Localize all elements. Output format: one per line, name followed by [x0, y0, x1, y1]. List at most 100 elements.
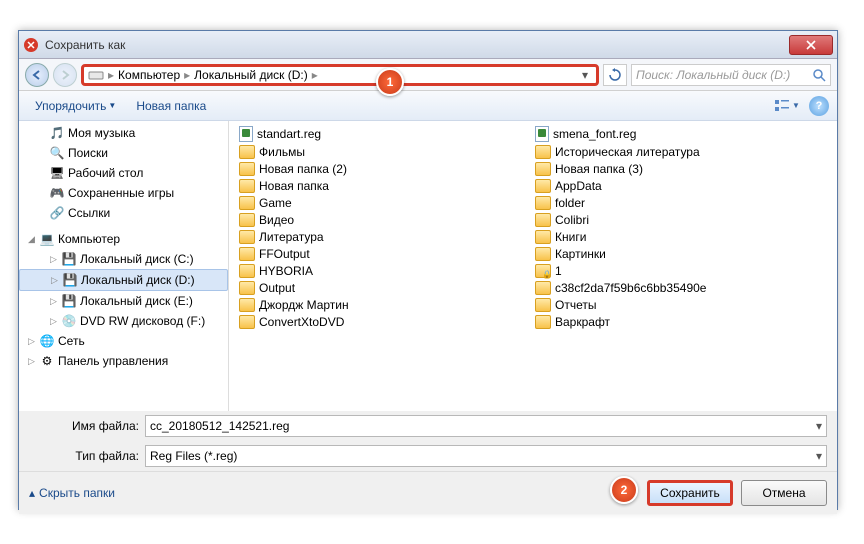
refresh-button[interactable]	[603, 64, 627, 86]
expand-icon[interactable]: ▷	[27, 337, 36, 346]
file-item[interactable]: HYBORIA	[237, 263, 533, 279]
chevron-down-icon[interactable]: ▾	[578, 68, 592, 82]
file-item[interactable]: Новая папка	[237, 178, 533, 194]
file-item[interactable]: AppData	[533, 178, 829, 194]
folder-icon	[535, 162, 551, 176]
file-name: Фильмы	[259, 145, 305, 159]
file-item[interactable]: Картинки	[533, 246, 829, 262]
computer-icon: 💻	[39, 231, 55, 247]
file-item[interactable]: Видео	[237, 212, 533, 228]
file-name: Colibri	[555, 213, 589, 227]
file-name: Книги	[555, 230, 586, 244]
nav-row: ▸ Компьютер ▸ Локальный диск (D:) ▸ ▾ По…	[19, 59, 837, 91]
expand-icon[interactable]: ▷	[27, 357, 36, 366]
folder-icon	[535, 179, 551, 193]
file-item[interactable]: Colibri	[533, 212, 829, 228]
bottom-bar: ▴Скрыть папки Сохранить Отмена	[19, 471, 837, 514]
tree-item[interactable]: 🎵Моя музыка	[19, 123, 228, 143]
tree-item[interactable]: ▷💾Локальный диск (E:)	[19, 291, 228, 311]
file-item[interactable]: Книги	[533, 229, 829, 245]
filename-input[interactable]: cc_20180512_142521.reg▾	[145, 415, 827, 437]
tree-item-computer[interactable]: ◢💻Компьютер	[19, 229, 228, 249]
file-item[interactable]: Отчеты	[533, 297, 829, 313]
chevron-right-icon: ▸	[310, 68, 320, 82]
file-name: Отчеты	[555, 298, 596, 312]
file-name: FFOutput	[259, 247, 310, 261]
file-name: Видео	[259, 213, 294, 227]
breadcrumb[interactable]: ▸ Компьютер ▸ Локальный диск (D:) ▸ ▾	[81, 64, 599, 86]
tree-item[interactable]: ▷💿DVD RW дисковод (F:)	[19, 311, 228, 331]
chevron-down-icon[interactable]: ▾	[816, 419, 822, 433]
file-name: Джордж Мартин	[259, 298, 349, 312]
search-input[interactable]: Поиск: Локальный диск (D:)	[631, 64, 831, 86]
expand-icon[interactable]: ▷	[49, 297, 58, 306]
close-button[interactable]	[789, 35, 833, 55]
file-name: ConvertXtoDVD	[259, 315, 344, 329]
file-item[interactable]: 1	[533, 263, 829, 279]
filetype-select[interactable]: Reg Files (*.reg)▾	[145, 445, 827, 467]
folder-icon	[239, 315, 255, 329]
file-item[interactable]: Новая папка (2)	[237, 161, 533, 177]
folder-icon	[535, 145, 551, 159]
tree-item[interactable]: 🖥Рабочий стол	[19, 163, 228, 183]
file-item[interactable]: Game	[237, 195, 533, 211]
save-button[interactable]: Сохранить	[647, 480, 733, 506]
tree-item[interactable]: ▷⚙Панель управления	[19, 351, 228, 371]
organize-button[interactable]: Упорядочить▼	[27, 95, 124, 117]
file-item[interactable]: FFOutput	[237, 246, 533, 262]
expand-icon[interactable]: ▷	[49, 317, 58, 326]
cancel-button[interactable]: Отмена	[741, 480, 827, 506]
tree-item[interactable]: 🔗Ссылки	[19, 203, 228, 223]
file-name: Историческая литература	[555, 145, 700, 159]
tree-item[interactable]: ▷🌐Сеть	[19, 331, 228, 351]
collapse-icon[interactable]: ◢	[27, 235, 36, 244]
file-item[interactable]: Варкрафт	[533, 314, 829, 330]
tree-item[interactable]: 🎮Сохраненные игры	[19, 183, 228, 203]
file-name: 1	[555, 264, 562, 278]
file-item[interactable]: Джордж Мартин	[237, 297, 533, 313]
file-item[interactable]: Новая папка (3)	[533, 161, 829, 177]
new-folder-button[interactable]: Новая папка	[128, 95, 214, 117]
file-name: Output	[259, 281, 295, 295]
file-name: Новая папка (3)	[555, 162, 643, 176]
file-item[interactable]: ConvertXtoDVD	[237, 314, 533, 330]
chevron-down-icon[interactable]: ▾	[816, 449, 822, 463]
forward-button[interactable]	[53, 63, 77, 87]
filename-row: Имя файла: cc_20180512_142521.reg▾	[19, 411, 837, 441]
file-name: Варкрафт	[555, 315, 610, 329]
search-icon: 🔍	[49, 145, 65, 161]
view-button[interactable]: ▼	[773, 95, 801, 117]
reg-file-icon	[535, 126, 549, 142]
file-item[interactable]: Литература	[237, 229, 533, 245]
links-icon: 🔗	[49, 205, 65, 221]
tree-item[interactable]: ▷💾Локальный диск (C:)	[19, 249, 228, 269]
dialog-body: 🎵Моя музыка 🔍Поиски 🖥Рабочий стол 🎮Сохра…	[19, 121, 837, 411]
folder-tree[interactable]: 🎵Моя музыка 🔍Поиски 🖥Рабочий стол 🎮Сохра…	[19, 121, 229, 411]
folder-icon	[535, 247, 551, 261]
file-item[interactable]: folder	[533, 195, 829, 211]
file-item[interactable]: c38cf2da7f59b6c6bb35490e	[533, 280, 829, 296]
tree-item-selected[interactable]: ▷💾Локальный диск (D:)	[19, 269, 228, 291]
expand-icon[interactable]: ▷	[49, 255, 58, 264]
drive-icon: 💾	[61, 251, 77, 267]
search-icon	[812, 68, 826, 82]
hide-folders-button[interactable]: ▴Скрыть папки	[29, 486, 115, 500]
network-icon: 🌐	[39, 333, 55, 349]
breadcrumb-seg[interactable]: Компьютер	[118, 68, 180, 82]
file-name: Game	[259, 196, 292, 210]
folder-icon	[535, 315, 551, 329]
help-button[interactable]: ?	[809, 96, 829, 116]
folder-icon	[239, 230, 255, 244]
expand-icon[interactable]: ▷	[50, 276, 59, 285]
file-list[interactable]: standart.regФильмыНовая папка (2)Новая п…	[229, 121, 837, 411]
back-button[interactable]	[25, 63, 49, 87]
file-item[interactable]: standart.reg	[237, 125, 533, 143]
file-item[interactable]: Output	[237, 280, 533, 296]
folder-icon	[535, 230, 551, 244]
file-item[interactable]: smena_font.reg	[533, 125, 829, 143]
tree-item[interactable]: 🔍Поиски	[19, 143, 228, 163]
titlebar[interactable]: Сохранить как	[19, 31, 837, 59]
file-item[interactable]: Фильмы	[237, 144, 533, 160]
file-item[interactable]: Историческая литература	[533, 144, 829, 160]
breadcrumb-seg[interactable]: Локальный диск (D:)	[194, 68, 308, 82]
